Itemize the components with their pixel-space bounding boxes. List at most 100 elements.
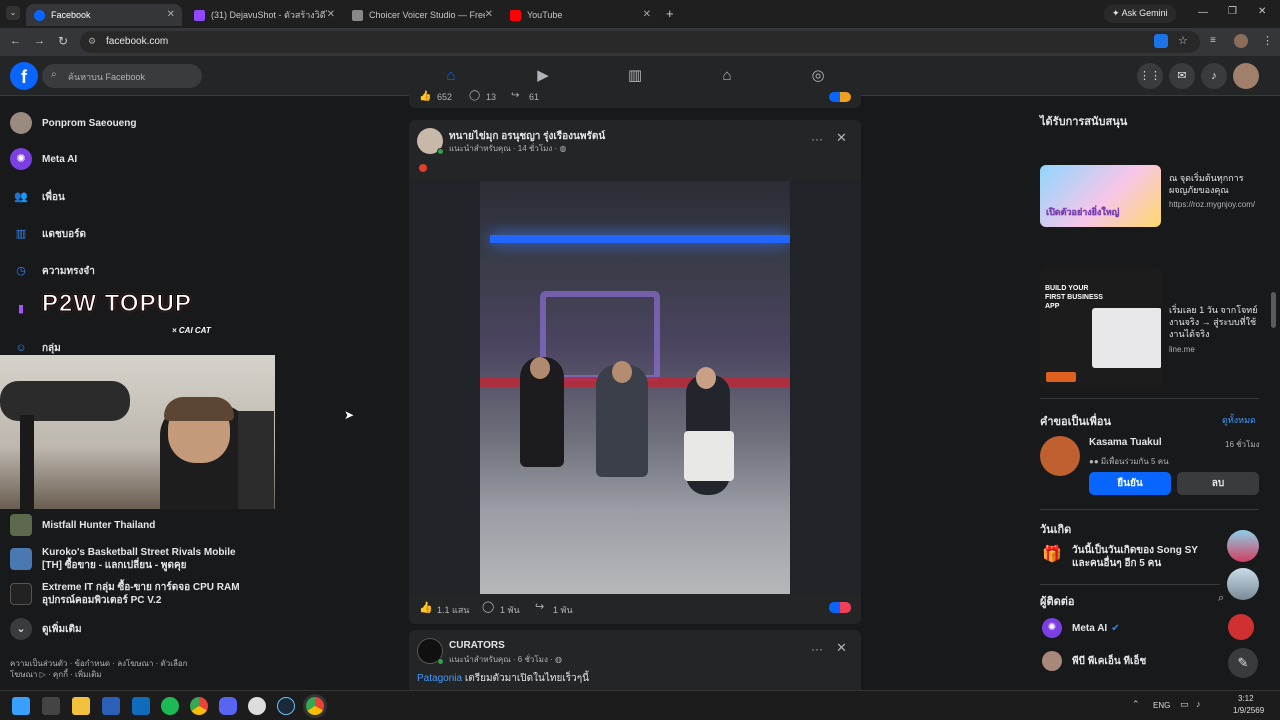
page-favicon-icon xyxy=(352,9,363,21)
gaming-nav-icon[interactable]: ◎ xyxy=(808,66,828,86)
site-info-icon[interactable]: ⚙ xyxy=(88,36,96,47)
sidebar-item-memories[interactable]: ◷ ความทรงจำ xyxy=(10,260,95,282)
comment-icon[interactable]: ◯ xyxy=(469,90,480,101)
forward-icon[interactable]: → xyxy=(34,35,45,47)
spotify-icon[interactable] xyxy=(161,697,179,715)
windows-start-icon[interactable] xyxy=(12,697,30,715)
hide-post-close-icon[interactable]: ✕ xyxy=(836,130,847,146)
minimize-button[interactable]: — xyxy=(1198,7,1208,18)
sidebar-group-mistfall[interactable]: Mistfall Hunter Thailand xyxy=(10,514,155,536)
birthday-text[interactable]: วันนี้เป็นวันเกิดของ Song SY และคนอื่นๆ … xyxy=(1072,544,1218,570)
friend-request-name[interactable]: Kasama Tuakul xyxy=(1089,437,1162,448)
contacts-search-icon[interactable]: ⌕ xyxy=(1218,592,1224,605)
post-photo[interactable] xyxy=(480,181,790,594)
bookmark-star-icon[interactable]: ☆ xyxy=(1178,34,1188,47)
cast-icon[interactable] xyxy=(1154,34,1168,48)
dashboard-nav-icon[interactable]: ▥ xyxy=(625,66,645,86)
birthday-avatar[interactable] xyxy=(1227,568,1259,600)
outlook-icon[interactable] xyxy=(132,697,150,715)
sidebar-group-extreme-it[interactable]: Extreme IT กลุ่ม ซื้อ-ขาย การ์ดจอ CPU RA… xyxy=(10,581,240,607)
facebook-logo-icon[interactable]: f xyxy=(10,62,38,90)
share-button[interactable]: ↪ xyxy=(535,600,544,613)
restore-button[interactable]: ❐ xyxy=(1228,6,1237,17)
clock-time[interactable]: 3:12 xyxy=(1238,694,1254,703)
app-icon[interactable] xyxy=(248,697,266,715)
tab-choicer[interactable]: Choicer Voicer Studio — Free C ✕ xyxy=(344,4,500,26)
task-view-icon[interactable] xyxy=(42,697,60,715)
address-bar[interactable]: ⚙ facebook.com ☆ xyxy=(80,31,1200,53)
close-window-button[interactable]: ✕ xyxy=(1258,6,1266,17)
birthday-avatar[interactable] xyxy=(1227,530,1259,562)
meta-ai-icon: ✺ xyxy=(1042,618,1062,638)
tab-youtube[interactable]: YouTube ✕ xyxy=(502,4,658,26)
confirm-button[interactable]: ยืนยัน xyxy=(1089,472,1171,495)
close-tab-icon[interactable]: ✕ xyxy=(485,9,493,20)
browser-tab-bar: ⌄ Facebook ✕ (31) DejavuShot - ตัวสร้างว… xyxy=(0,0,1280,28)
delete-button[interactable]: ลบ xyxy=(1177,472,1259,495)
video-nav-icon[interactable]: ▶ xyxy=(533,66,553,86)
share-icon[interactable]: ↪ xyxy=(511,90,519,101)
p2w-topup-overlay-logo: P2W TOPUP × CAI CAT xyxy=(42,290,211,336)
post-card: ทนายไข่มุก อรนุชญา รุ่งเรืองนพรัตน์ แนะน… xyxy=(409,120,861,624)
post-options-icon[interactable]: ··· xyxy=(811,642,823,656)
tab-dejavushot[interactable]: (31) DejavuShot - ตัวสร้างวิดีโอ - ✕ xyxy=(186,4,342,26)
ad-item-ragnarok[interactable]: เปิดตัวอย่างยิ่งใหญ่ ณ จุดเริ่มต้นทุกการ… xyxy=(1040,138,1260,250)
see-all-link[interactable]: ดูทั้งหมด xyxy=(1222,413,1256,427)
sidebar-item-meta-ai[interactable]: ✺ Meta AI xyxy=(10,148,77,170)
profile-avatar[interactable] xyxy=(1234,34,1248,48)
reading-list-icon[interactable]: ≡ xyxy=(1210,35,1216,46)
friend-request-avatar[interactable] xyxy=(1040,436,1080,476)
scrollbar-thumb[interactable] xyxy=(1271,292,1276,328)
chrome-icon[interactable] xyxy=(190,697,208,715)
tab-facebook[interactable]: Facebook ✕ xyxy=(26,4,182,26)
sidebar-item-saved[interactable]: ▮ xyxy=(10,298,42,320)
discord-icon[interactable] xyxy=(219,697,237,715)
close-tab-icon[interactable]: ✕ xyxy=(167,9,175,20)
comment-button[interactable]: ◯ xyxy=(482,600,494,613)
ask-gemini-button[interactable]: ✦ Ask Gemini xyxy=(1104,5,1176,23)
language-indicator[interactable]: ENG xyxy=(1153,701,1170,710)
file-explorer-icon[interactable] xyxy=(72,697,90,715)
chrome-active-icon[interactable] xyxy=(306,697,324,715)
menu-grid-icon[interactable]: ⋮⋮ xyxy=(1137,63,1163,89)
new-message-button[interactable]: ✎ xyxy=(1228,648,1258,678)
marketplace-nav-icon[interactable]: ⌂ xyxy=(717,66,737,86)
contact-meta-ai[interactable]: ✺ Meta AI ✔ xyxy=(1042,618,1120,638)
back-icon[interactable]: ← xyxy=(10,35,21,47)
post-author[interactable]: CURATORS xyxy=(449,640,505,651)
close-tab-icon[interactable]: ✕ xyxy=(643,9,651,20)
browser-menu-icon[interactable]: ⋮ xyxy=(1262,34,1273,47)
new-tab-button[interactable]: + xyxy=(666,6,674,21)
close-tab-icon[interactable]: ✕ xyxy=(327,9,335,20)
tab-search-icon[interactable]: ⌄ xyxy=(6,6,20,20)
webcam-overlay xyxy=(0,355,275,509)
store-icon[interactable] xyxy=(102,697,120,715)
steam-icon[interactable] xyxy=(277,697,295,715)
messenger-icon[interactable]: ✉ xyxy=(1169,63,1195,89)
sidebar-see-more[interactable]: ⌄ ดูเพิ่มเติม xyxy=(10,618,82,640)
reload-icon[interactable]: ↻ xyxy=(58,34,68,48)
clock-date[interactable]: 1/9/2569 xyxy=(1233,706,1264,715)
like-icon[interactable]: 👍 xyxy=(419,91,431,102)
volume-icon[interactable]: ♪ xyxy=(1196,699,1201,709)
mutual-friends: ●● มีเพื่อนร่วมกัน 5 คน xyxy=(1089,457,1169,466)
browser-toolbar: ← → ↻ ⚙ facebook.com ☆ ≡ ⋮ xyxy=(0,28,1280,56)
post-options-icon[interactable]: ··· xyxy=(811,132,823,146)
sidebar-footer-links[interactable]: ความเป็นส่วนตัว · ข้อกำหนด · ลงโฆษณา · ต… xyxy=(10,658,210,680)
memories-clock-icon: ◷ xyxy=(16,265,26,277)
chat-head-avatar[interactable] xyxy=(1228,614,1254,640)
hide-post-close-icon[interactable]: ✕ xyxy=(836,640,847,656)
sidebar-item-friends[interactable]: 👥 เพื่อน xyxy=(10,186,65,208)
sidebar-item-dashboard[interactable]: ▥ แดชบอร์ด xyxy=(10,223,86,245)
tray-chevron-icon[interactable]: ⌃ xyxy=(1132,699,1140,710)
home-nav-icon[interactable]: ⌂ xyxy=(441,66,461,86)
network-icon[interactable]: ▭ xyxy=(1180,699,1189,710)
search-input[interactable]: ⌕ ค้นหาบน Facebook xyxy=(42,64,202,88)
account-avatar[interactable] xyxy=(1233,63,1259,89)
notifications-bell-icon[interactable]: ♪ xyxy=(1201,63,1227,89)
ad-item-line[interactable]: BUILD YOUR FIRST BUSINESS APP เริ่มเลย 1… xyxy=(1040,268,1260,390)
like-button[interactable]: 👍 xyxy=(419,601,433,614)
sidebar-group-kuroko[interactable]: Kuroko's Basketball Street Rivals Mobile… xyxy=(10,546,240,572)
sidebar-item-profile[interactable]: Ponprom Saeoueng xyxy=(10,112,136,134)
contact-pb[interactable]: พีบี พีเคเอ็น ทีเอ็ช xyxy=(1042,651,1146,671)
